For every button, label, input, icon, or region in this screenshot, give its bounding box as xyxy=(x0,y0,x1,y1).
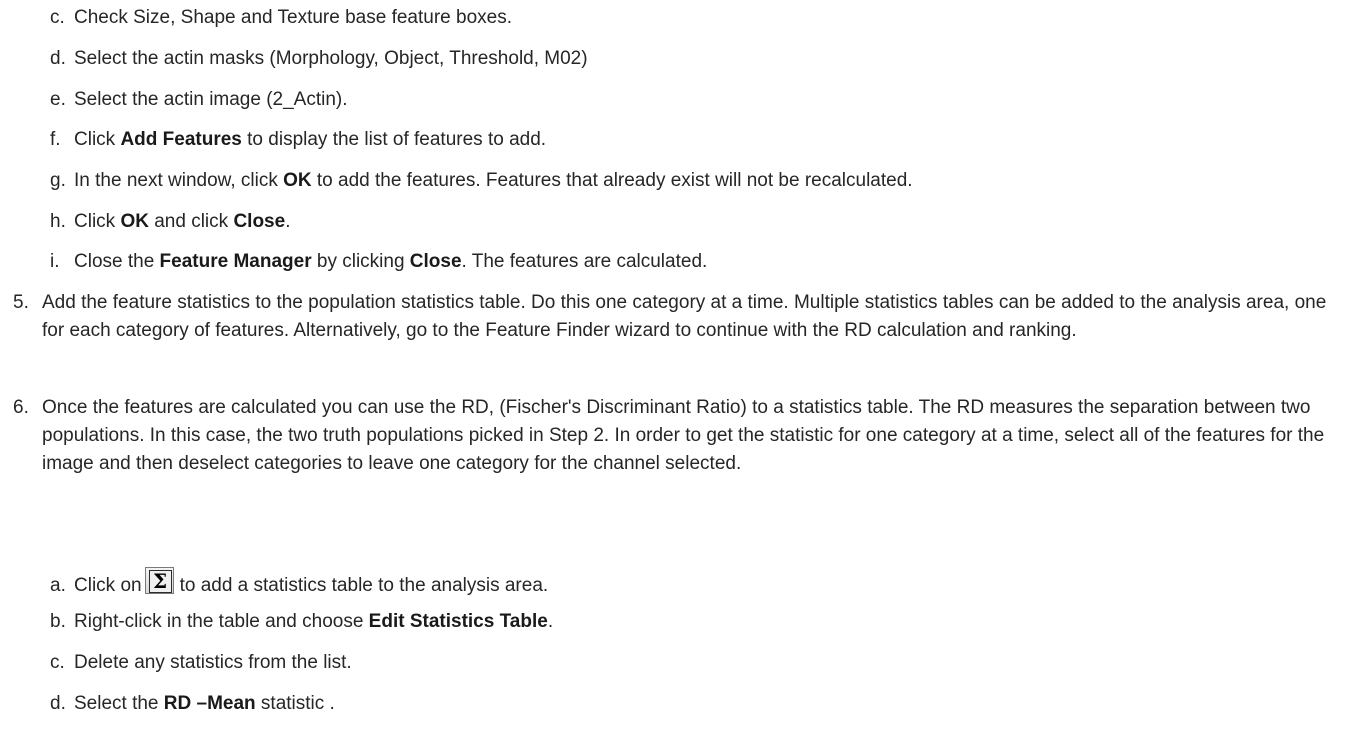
list-item-text: Select the actin image (2_Actin). xyxy=(74,89,348,110)
document-page: c. Check Size, Shape and Texture base fea… xyxy=(0,0,1356,742)
list-item-label: c. xyxy=(50,7,65,28)
list-item-text: Check Size, Shape and Texture base featu… xyxy=(74,7,512,28)
list-item: c. Check Size, Shape and Texture base fea… xyxy=(50,6,512,30)
list-item: c. Delete any statistics from the list. xyxy=(50,651,352,675)
list-item: g. In the next window, click OK to add th… xyxy=(50,170,913,191)
step-text: Add the feature statistics to the popula… xyxy=(42,292,1327,341)
list-item-label: d. xyxy=(50,693,66,714)
list-item: h. Click OK and click Close. xyxy=(50,211,291,232)
list-item: d. Select the RD –Mean statistic . xyxy=(50,693,335,714)
step-number: 5. xyxy=(13,292,29,313)
step-text: Once the features are calculated you can… xyxy=(42,397,1325,474)
list-item: d. Select the actin masks (Morphology, Ob… xyxy=(50,47,588,71)
list-item-text: Select the actin masks (Morphology, Obje… xyxy=(74,48,588,69)
ui-term: OK xyxy=(120,211,149,232)
ui-term: Feature Manager xyxy=(159,251,312,272)
ui-term: Add Features xyxy=(120,129,242,150)
list-item-label: b. xyxy=(50,611,66,632)
list-item-label: c. xyxy=(50,652,65,673)
numbered-step: 5. Add the feature statistics to the popu… xyxy=(13,289,1352,345)
step-number: 6. xyxy=(13,397,29,418)
list-item: f. Click Add Features to display the list… xyxy=(50,129,547,150)
list-item-label: d. xyxy=(50,48,66,69)
ui-term: Close xyxy=(409,251,462,272)
ui-term: RD –Mean xyxy=(163,693,256,714)
list-item-text: Delete any statistics from the list. xyxy=(74,652,352,673)
list-item: b. Right-click in the table and choose Ed… xyxy=(50,611,554,632)
list-item-label: h. xyxy=(50,211,66,232)
list-item-label: e. xyxy=(50,89,66,110)
list-item-label: i. xyxy=(50,251,60,272)
list-item: e. Select the actin image (2_Actin). xyxy=(50,88,348,112)
sigma-icon: Σ xyxy=(144,567,174,594)
ui-term: OK xyxy=(283,170,312,191)
ui-term: Edit Statistics Table xyxy=(368,611,548,632)
list-item-label: g. xyxy=(50,170,66,191)
list-item: a. Click on Σto add a statistics table to … xyxy=(50,567,549,596)
list-item-label: a. xyxy=(50,575,66,596)
numbered-step: 6. Once the features are calculated you c… xyxy=(13,394,1352,478)
list-item-label: f. xyxy=(50,129,61,150)
list-item: i. Close the Feature Manager by clicking … xyxy=(50,251,708,272)
ui-term: Close xyxy=(233,211,286,232)
